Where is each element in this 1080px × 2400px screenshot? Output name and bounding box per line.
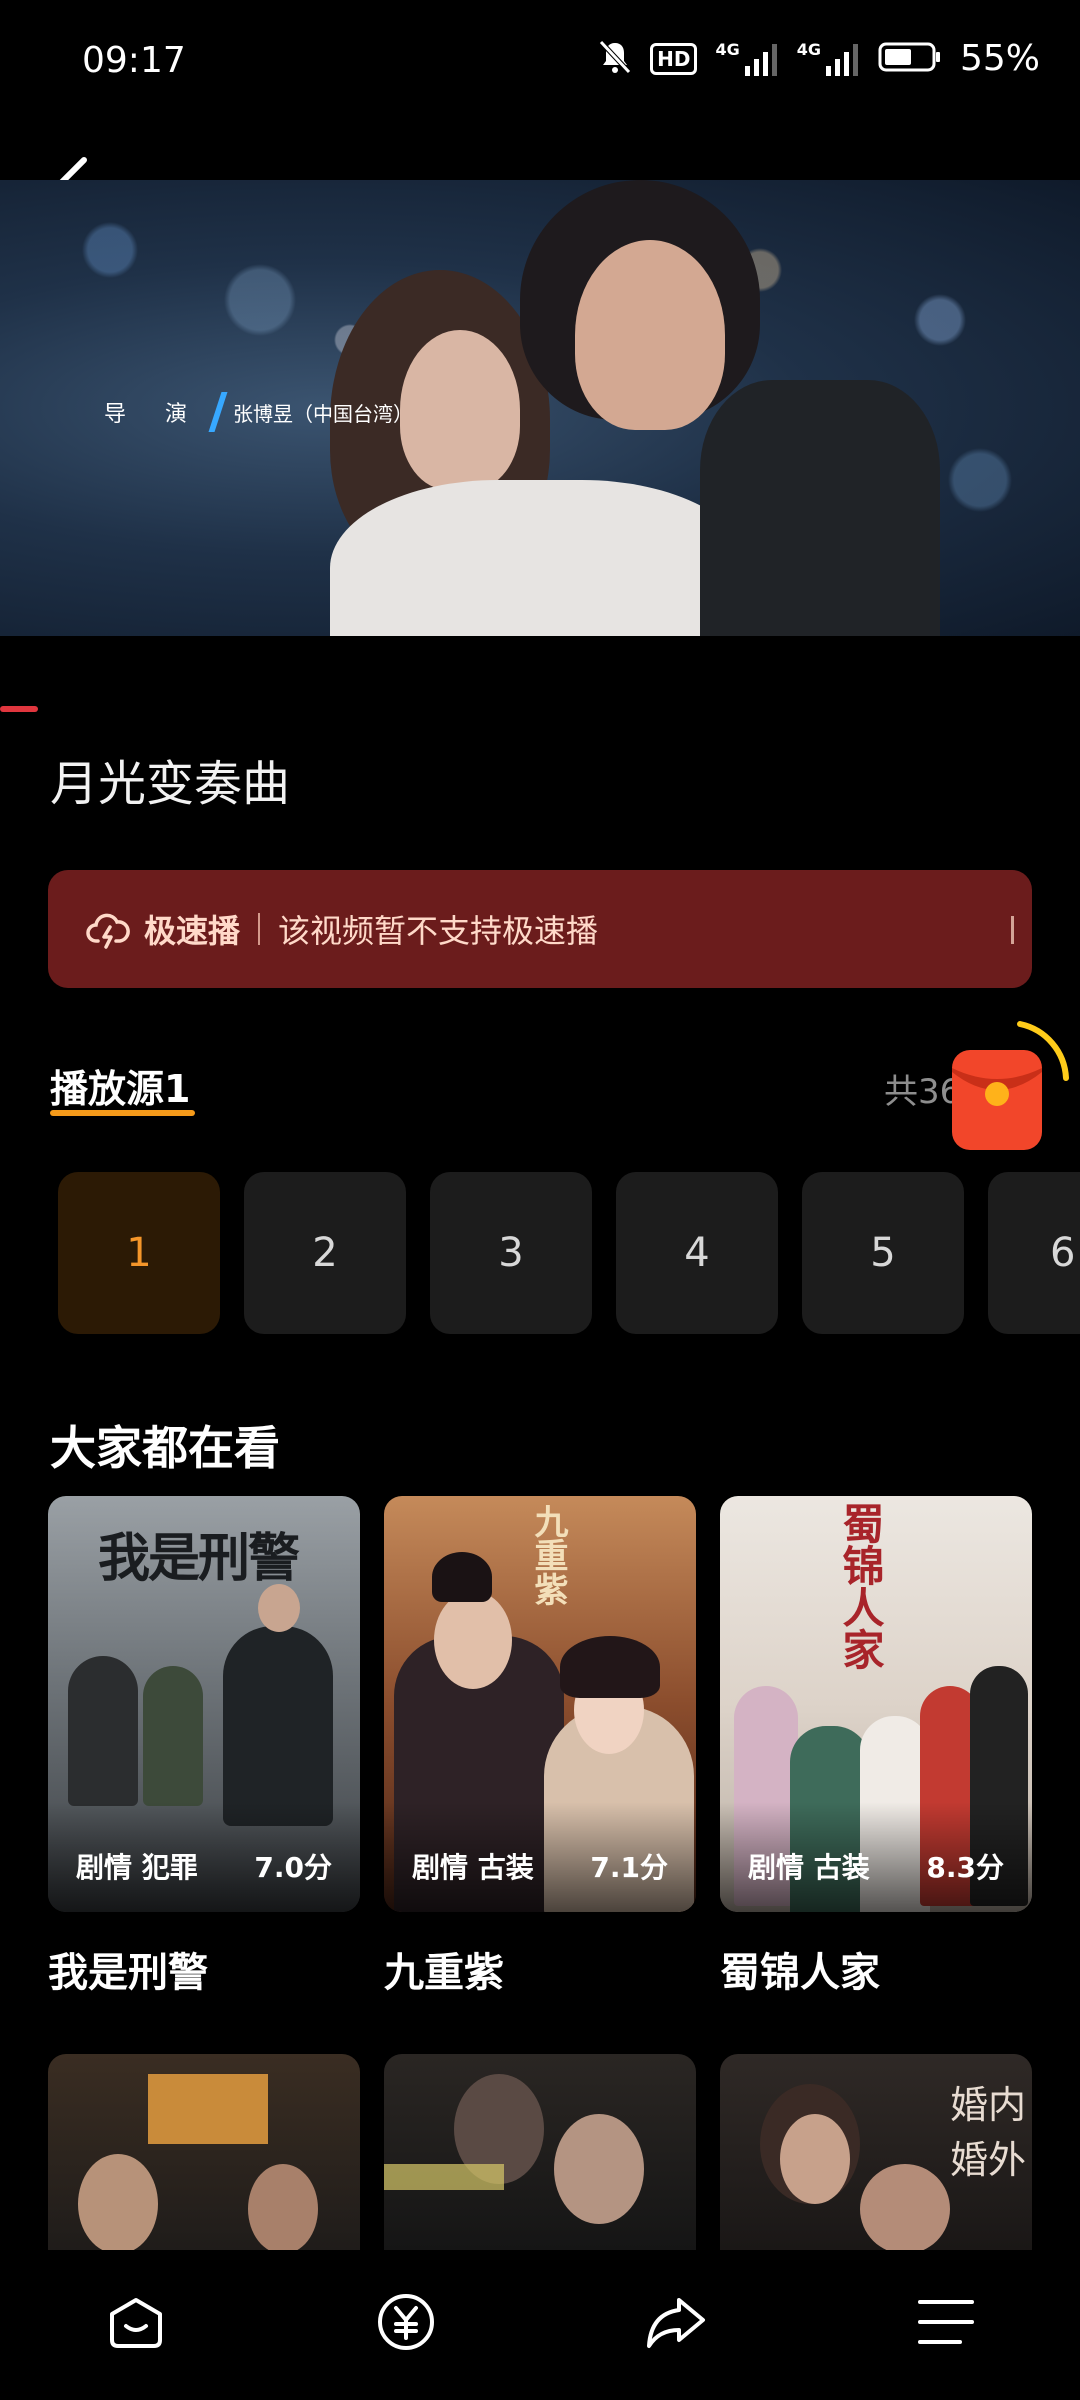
status-time: 09:17 — [82, 40, 186, 81]
yuan-icon — [378, 2294, 434, 2350]
speed-play-banner[interactable]: 极速播 该视频暂不支持极速播 — [48, 870, 1032, 988]
credit-divider — [208, 392, 228, 432]
poster-image[interactable]: 我是刑警 剧情 犯罪 7.0分 — [48, 1496, 360, 1912]
hd-icon: HD — [650, 42, 698, 75]
red-envelope-button[interactable] — [944, 1020, 1070, 1160]
recommend-card[interactable]: 蜀锦人家 剧情 古装 8.3分 蜀锦人家 — [720, 1496, 1032, 1998]
signal-4g-icon: 4G — [715, 40, 778, 78]
poster-art — [780, 2114, 850, 2204]
episode-button[interactable]: 4 — [616, 1172, 778, 1334]
menu-icon — [918, 2300, 974, 2344]
poster-art — [78, 2154, 158, 2250]
poster-art — [860, 2164, 950, 2250]
red-envelope-icon — [952, 1021, 1069, 1150]
poster-title-art: 我是刑警 — [98, 1528, 300, 1589]
poster-score: 8.3分 — [926, 1851, 1004, 1884]
video-figure-coat — [330, 480, 750, 636]
credit-role: 导 演 — [104, 402, 203, 427]
cloud-lightning-icon — [86, 913, 130, 949]
episode-button[interactable]: 5 — [802, 1172, 964, 1334]
battery-percent: 55% — [959, 38, 1040, 79]
recommend-section-title: 大家都在看 — [50, 1421, 280, 1475]
playback-progress[interactable] — [0, 706, 38, 712]
speed-banner-edge — [1011, 916, 1014, 944]
speed-banner-divider — [258, 913, 261, 945]
episode-button[interactable]: 6 — [988, 1172, 1080, 1334]
episode-list: 1 2 3 4 5 6 — [58, 1172, 1080, 1334]
episode-button[interactable]: 1 — [58, 1172, 220, 1334]
poster-title-art: 九重紫 — [528, 1504, 568, 1606]
card-title[interactable]: 九重紫 — [384, 1940, 696, 1998]
tab-source-1[interactable]: 播放源1 — [50, 1058, 190, 1113]
share-icon — [647, 2298, 705, 2348]
home-icon — [110, 2298, 162, 2348]
speed-play-label: 极速播 — [144, 912, 241, 950]
poster-image[interactable]: 九重紫 剧情 古装 7.1分 — [384, 1496, 696, 1912]
episode-button[interactable]: 3 — [430, 1172, 592, 1334]
poster-art — [384, 2164, 504, 2190]
poster-tags: 剧情 古装 — [412, 1851, 534, 1884]
share-button[interactable] — [636, 2282, 716, 2362]
poster-title-art: 婚内婚外 — [950, 2083, 1027, 2182]
speed-play-message: 该视频暂不支持极速播 — [278, 912, 599, 950]
signal-4g-icon: 4G — [797, 40, 860, 78]
video-figure-woman-face — [400, 330, 520, 490]
hd-label: HD — [657, 46, 691, 71]
poster-title-art: 蜀锦人家 — [836, 1502, 885, 1670]
status-icons: HD 4G 4G 55% — [598, 38, 1040, 79]
video-title: 月光变奏曲 — [50, 756, 291, 812]
poster-tags: 剧情 古装 — [748, 1851, 870, 1884]
poster-image[interactable]: 蜀锦人家 剧情 古装 8.3分 — [720, 1496, 1032, 1912]
card-title[interactable]: 蜀锦人家 — [720, 1940, 1032, 1998]
credit-name: 张博昱（中国台湾） — [233, 401, 413, 426]
status-bar: 09:17 HD 4G 4G 55% — [0, 0, 1080, 120]
poster-tags: 剧情 犯罪 — [76, 1851, 198, 1884]
menu-button[interactable] — [906, 2282, 986, 2362]
network-label: 4G — [796, 39, 821, 59]
recommend-card[interactable]: 九重紫 剧情 古装 7.1分 九重紫 — [384, 1496, 696, 1998]
video-figure-man-coat — [700, 380, 940, 636]
video-player[interactable]: 导 演 张博昱（中国台湾） — [0, 180, 1080, 636]
bottom-nav — [0, 2250, 1080, 2400]
mute-icon — [598, 39, 632, 79]
poster-art — [554, 2114, 644, 2224]
recommend-card-partial[interactable] — [48, 2054, 360, 2250]
recommend-card[interactable]: 我是刑警 剧情 犯罪 7.0分 我是刑警 — [48, 1496, 360, 1998]
network-label: 4G — [715, 39, 740, 59]
video-figure-man-face — [575, 240, 725, 430]
poster-art — [148, 2074, 268, 2144]
coin-button[interactable] — [366, 2282, 446, 2362]
director-credit: 导 演 张博昱（中国台湾） — [104, 392, 413, 432]
episode-button[interactable]: 2 — [244, 1172, 406, 1334]
battery-icon — [878, 41, 942, 77]
poster-art — [248, 2164, 318, 2250]
home-button[interactable] — [96, 2282, 176, 2362]
poster-score: 7.0分 — [254, 1851, 332, 1884]
recommend-card-partial[interactable] — [384, 2054, 696, 2250]
source-tab-underline — [50, 1110, 195, 1116]
card-title[interactable]: 我是刑警 — [48, 1940, 360, 1998]
recommend-card-partial[interactable]: 婚内婚外 — [720, 2054, 1032, 2250]
poster-score: 7.1分 — [590, 1851, 668, 1884]
